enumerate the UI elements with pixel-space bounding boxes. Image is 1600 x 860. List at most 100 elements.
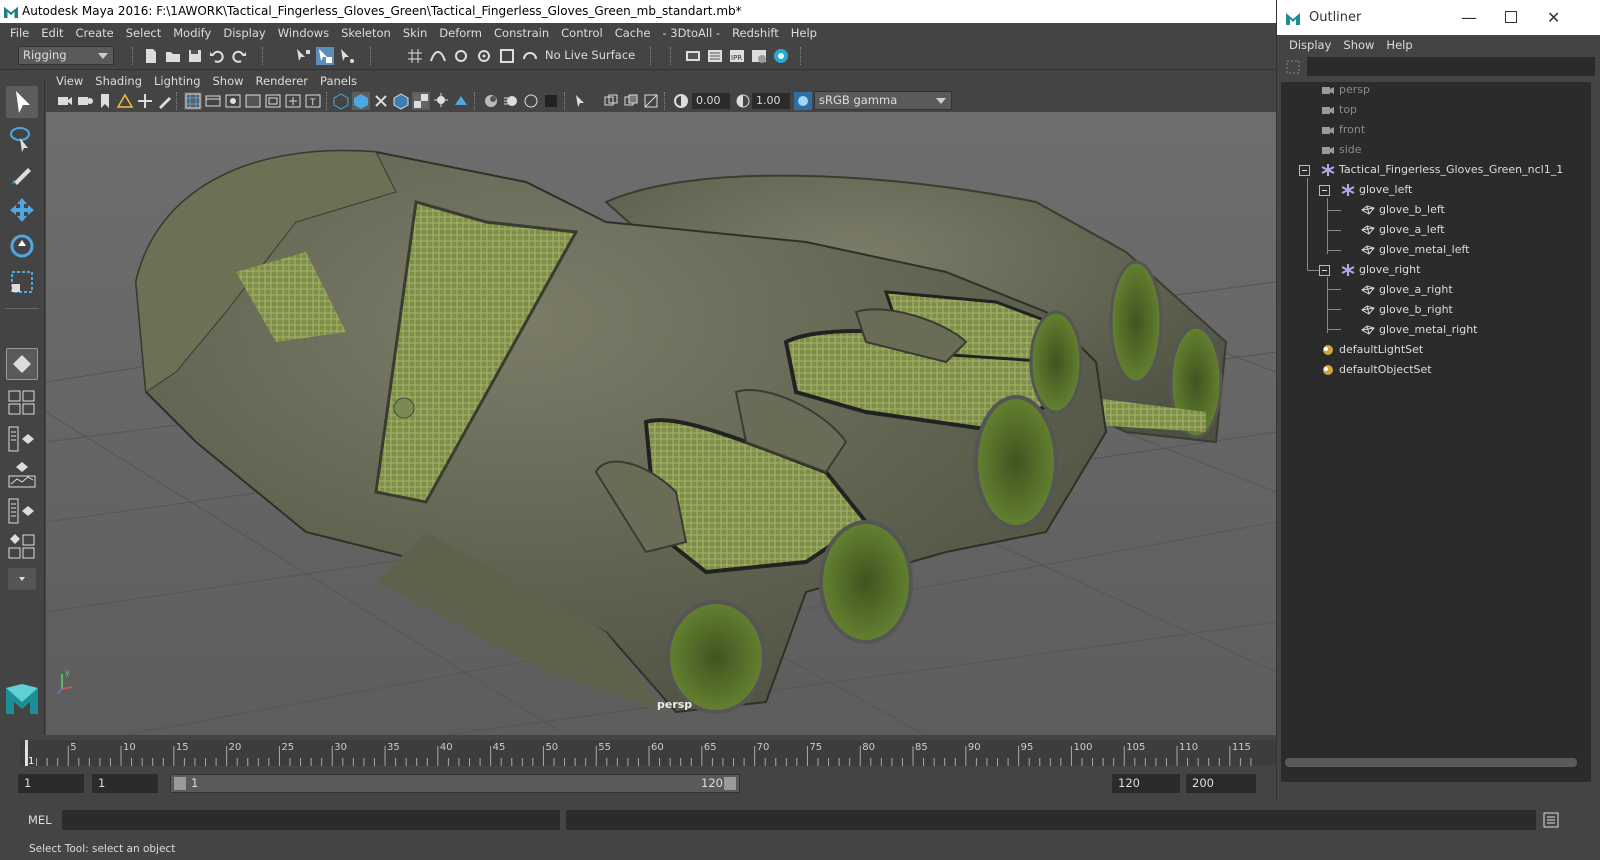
outliner-menu-show[interactable]: Show (1337, 38, 1380, 52)
hypershade-icon[interactable] (772, 47, 790, 65)
exposure-icon[interactable] (672, 92, 690, 110)
playback-start-field[interactable]: 1 (92, 774, 158, 793)
wireframe-on-shaded-icon[interactable] (392, 92, 410, 110)
view-transform-dropdown[interactable]: sRGB gamma (814, 91, 952, 110)
outliner-item-glove-b-right[interactable]: glove_b_right (1281, 300, 1581, 320)
select-component-icon[interactable] (338, 47, 356, 65)
rotate-tool-button[interactable] (6, 230, 38, 262)
panel-menu-shading[interactable]: Shading (89, 74, 148, 88)
snap-point-icon[interactable] (452, 47, 470, 65)
menuset-dropdown[interactable]: Rigging (18, 46, 114, 65)
menu-create[interactable]: Create (70, 26, 120, 40)
close-icon[interactable]: ✕ (1547, 0, 1560, 35)
minimize-icon[interactable]: — (1461, 0, 1477, 35)
undo-icon[interactable] (208, 47, 226, 65)
menu-control[interactable]: Control (555, 26, 609, 40)
xray-active-components-icon[interactable] (622, 92, 640, 110)
outliner-item-glove-right[interactable]: glove_right (1281, 260, 1581, 280)
collapse-icon[interactable] (1319, 265, 1330, 276)
anti-aliasing-icon[interactable] (522, 92, 540, 110)
script-editor-icon[interactable] (1542, 811, 1560, 829)
command-input[interactable] (62, 810, 560, 830)
perspective-viewport[interactable]: y persp (46, 112, 1276, 735)
outliner-item-default-light-set[interactable]: defaultLightSet (1281, 340, 1581, 360)
shadows-icon[interactable] (452, 92, 470, 110)
menu-modify[interactable]: Modify (167, 26, 217, 40)
bookmark-icon[interactable] (96, 92, 114, 110)
panel-menu-view[interactable]: View (50, 74, 89, 88)
select-tool-button[interactable] (6, 86, 38, 118)
depth-of-field-icon[interactable] (542, 92, 560, 110)
menu-cache[interactable]: Cache (609, 26, 657, 40)
command-language-label[interactable]: MEL (28, 813, 52, 827)
new-scene-icon[interactable] (142, 47, 160, 65)
persp-uv-layout-button[interactable] (6, 532, 38, 562)
menu-display[interactable]: Display (217, 26, 271, 40)
film-gate-icon[interactable] (204, 92, 222, 110)
outliner-item-glove-metal-right[interactable]: glove_metal_right (1281, 320, 1581, 340)
panel-menu-show[interactable]: Show (207, 74, 250, 88)
menu-windows[interactable]: Windows (272, 26, 335, 40)
persp-outliner-layout-button[interactable] (6, 424, 38, 454)
field-chart-icon[interactable] (264, 92, 282, 110)
menu-help[interactable]: Help (785, 26, 823, 40)
motion-blur-icon[interactable] (502, 92, 520, 110)
safe-title-icon[interactable]: T (304, 92, 322, 110)
persp-graph-layout-button[interactable] (6, 460, 38, 490)
outliner-item-glove-metal-left[interactable]: glove_metal_left (1281, 240, 1581, 260)
outliner-menu-display[interactable]: Display (1283, 38, 1337, 52)
outliner-item-persp[interactable]: persp (1281, 80, 1581, 100)
animation-start-field[interactable]: 1 (18, 774, 84, 793)
snap-projected-center-icon[interactable] (475, 47, 493, 65)
outliner-item-front[interactable]: front (1281, 120, 1581, 140)
range-end-handle[interactable] (724, 777, 736, 790)
outliner-item-top[interactable]: top (1281, 100, 1581, 120)
time-slider[interactable]: 1 5 10 15 20 25 30 35 40 45 50 55 60 65 70 75 80 85 90 95 10… (0, 735, 1276, 771)
outliner-item-glove-a-left[interactable]: glove_a_left (1281, 220, 1581, 240)
exposure-field[interactable]: 0.00 (692, 93, 730, 109)
outliner-item-glove-a-right[interactable]: glove_a_right (1281, 280, 1581, 300)
outliner-item-default-object-set[interactable]: defaultObjectSet (1281, 360, 1581, 380)
resolution-gate-icon[interactable] (224, 92, 242, 110)
gamma-field[interactable]: 1.00 (752, 93, 790, 109)
render-current-frame-icon[interactable] (706, 47, 724, 65)
use-all-lights-icon[interactable] (432, 92, 450, 110)
use-default-material-icon[interactable] (372, 92, 390, 110)
redo-icon[interactable] (230, 47, 248, 65)
time-slider-track[interactable]: 1 5 10 15 20 25 30 35 40 45 50 55 60 65 70 75 80 85 90 95 10… (20, 740, 1276, 767)
paint-select-tool-button[interactable] (6, 158, 38, 190)
panel-menu-panels[interactable]: Panels (314, 74, 363, 88)
grease-pencil-icon[interactable] (156, 92, 174, 110)
render-view-icon[interactable] (684, 47, 702, 65)
menu-deform[interactable]: Deform (433, 26, 488, 40)
outliner-item-glove-left[interactable]: glove_left (1281, 180, 1581, 200)
outliner-item-glove-b-left[interactable]: glove_b_left (1281, 200, 1581, 220)
ipr-render-icon[interactable]: IPR (728, 47, 746, 65)
2d-pan-zoom-icon[interactable] (136, 92, 154, 110)
single-perspective-layout-button[interactable] (6, 348, 38, 380)
xray-icon[interactable] (602, 92, 620, 110)
select-object-icon[interactable] (316, 47, 334, 65)
screen-space-ao-icon[interactable] (482, 92, 500, 110)
menu-skin[interactable]: Skin (397, 26, 433, 40)
outliner-menu-help[interactable]: Help (1380, 38, 1418, 52)
horizontal-scrollbar[interactable] (1285, 758, 1577, 767)
camera-attributes-icon[interactable] (76, 92, 94, 110)
menu-select[interactable]: Select (120, 26, 167, 40)
outliner-item-side[interactable]: side (1281, 140, 1581, 160)
camera-select-icon[interactable] (56, 92, 74, 110)
current-frame-marker[interactable] (25, 740, 28, 766)
menu-constrain[interactable]: Constrain (488, 26, 555, 40)
select-hierarchy-icon[interactable] (294, 47, 312, 65)
grid-icon[interactable] (184, 92, 202, 110)
panel-menu-lighting[interactable]: Lighting (148, 74, 206, 88)
maximize-icon[interactable] (1505, 11, 1517, 23)
save-scene-icon[interactable] (186, 47, 204, 65)
range-slider[interactable]: 1 120 (170, 774, 740, 793)
gamma-icon[interactable] (734, 92, 752, 110)
range-start-handle[interactable] (174, 777, 186, 790)
gate-mask-icon[interactable] (244, 92, 262, 110)
move-tool-button[interactable] (6, 194, 38, 226)
image-plane-icon[interactable] (116, 92, 134, 110)
animation-end-field[interactable]: 200 (1186, 774, 1256, 793)
